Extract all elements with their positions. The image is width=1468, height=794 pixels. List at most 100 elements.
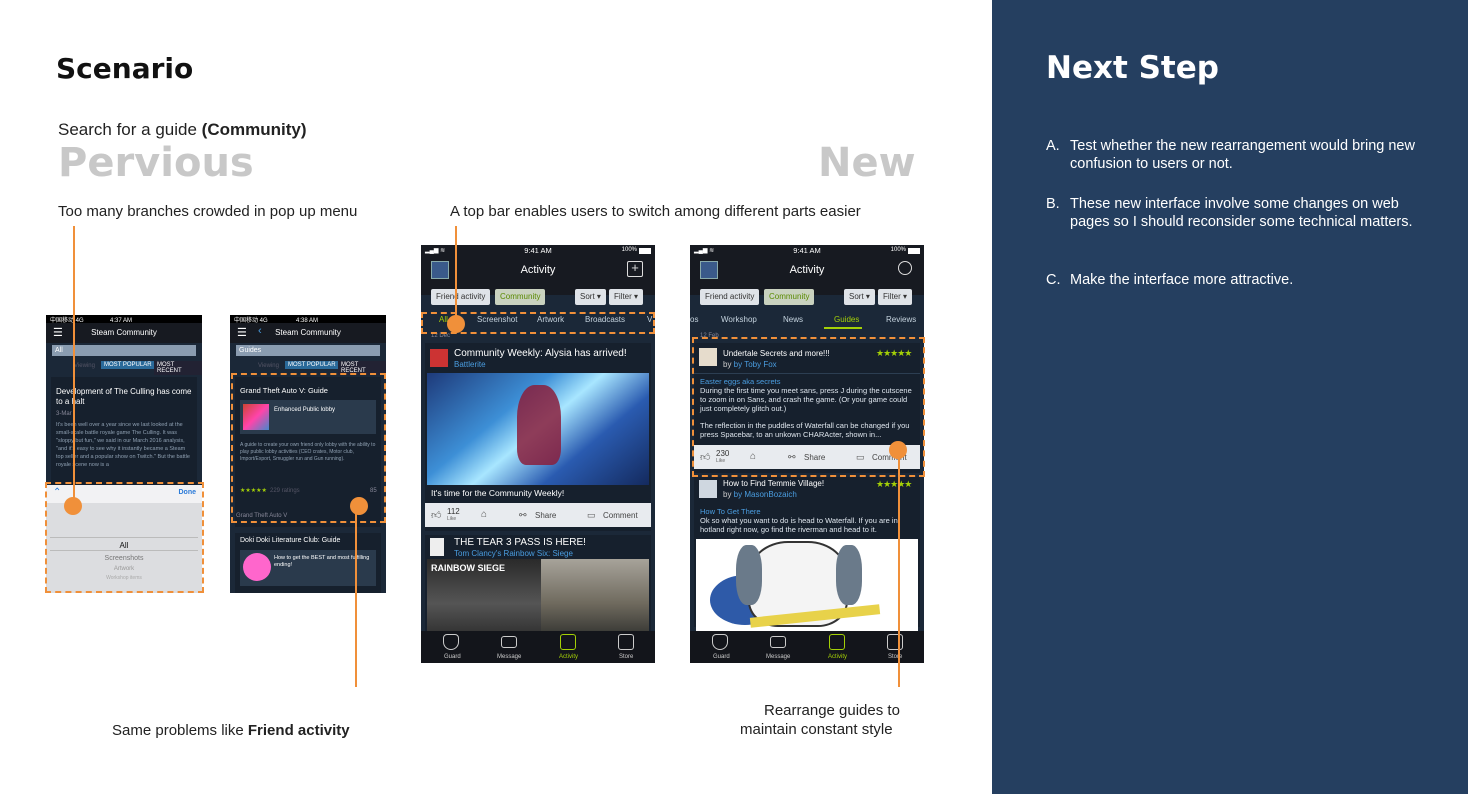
guard-icon[interactable] [443, 634, 459, 650]
nav-message[interactable]: Message [497, 654, 521, 660]
step-text: Make the interface more attractive. [1070, 272, 1294, 288]
callout-line [355, 505, 357, 687]
tab-viewing: Viewing [74, 363, 95, 369]
step-text: Test whether the new rearrangement would… [1070, 138, 1415, 172]
next-step-item: C. Make the interface more attractive. [1046, 271, 1426, 289]
post-title: Community Weekly: Alysia has arrived! [454, 348, 627, 359]
post-body: It's been well over a year since we last… [56, 422, 190, 468]
caption-rearrange-line2: maintain constant style [740, 721, 893, 738]
caption-rearrange-line1: Rearrange guides to [764, 702, 900, 719]
task-bold: (Community) [201, 120, 307, 139]
callout-dot [447, 315, 465, 333]
temmie-ear-left [736, 545, 762, 605]
tab-indicator [824, 327, 862, 329]
step-letter: C. [1046, 272, 1061, 288]
caption-previous: Too many branches crowded in pop up menu [58, 203, 358, 220]
store-icon[interactable] [887, 634, 903, 650]
activity-icon[interactable] [560, 634, 576, 650]
nav-store[interactable]: Store [888, 654, 902, 660]
search-icon[interactable] [898, 261, 912, 275]
previous-heading: Pervious [58, 140, 254, 186]
caption-same-bold: Friend activity [247, 722, 350, 739]
character-figure [517, 385, 561, 465]
comment-button[interactable]: Comment [603, 511, 638, 520]
filter-dropdown[interactable]: Filter ▾ [609, 289, 644, 305]
caption-same-prefix: Same problems like [112, 722, 248, 739]
message-icon[interactable] [770, 636, 786, 648]
friend-activity-pill[interactable]: Friend activity [700, 289, 760, 305]
activity-icon[interactable] [829, 634, 845, 650]
r6-image-right[interactable] [541, 559, 649, 633]
tab-reviews[interactable]: Reviews [886, 315, 916, 324]
sort-label: Sort [580, 292, 595, 301]
step-letter: A. [1046, 138, 1060, 154]
next-step-panel [992, 0, 1468, 794]
task-text: Search for a guide (Community) [58, 120, 306, 140]
callout-dot [350, 497, 368, 515]
tab-workshop[interactable]: Workshop [721, 315, 757, 324]
nav-guard[interactable]: Guard [713, 654, 730, 660]
message-icon[interactable] [501, 636, 517, 648]
nav-store[interactable]: Store [619, 654, 633, 660]
callout-line [73, 226, 75, 506]
tab-viewing: Viewing [258, 363, 279, 369]
community-pill[interactable]: Community [495, 289, 546, 305]
step-text: These new interface involve some changes… [1070, 196, 1413, 230]
nav-message[interactable]: Message [766, 654, 790, 660]
nav-activity[interactable]: Activity [559, 654, 578, 660]
tab-most-recent[interactable]: MOST RECENT [154, 361, 202, 375]
banner-text: RAINBOW SIEGE [431, 563, 506, 573]
friend-activity-pill[interactable]: Friend activity [431, 289, 491, 305]
header-title: Steam Community [91, 328, 157, 337]
bottom-nav: Guard Message Activity Store [421, 631, 655, 663]
new-heading: New [818, 140, 916, 186]
temmie-avatar [699, 480, 717, 498]
guide-author-link[interactable]: by MasonBozaich [734, 490, 797, 499]
next-step-item: A. Test whether the new rearrangement wo… [1046, 137, 1426, 173]
guide-title: How to Find Temmie Village! [723, 479, 825, 488]
post-source[interactable]: Battlerite [454, 360, 486, 369]
temmie-ear-right [836, 545, 862, 605]
scenario-title: Scenario [56, 52, 194, 85]
comment-icon[interactable]: ▭ [587, 510, 596, 521]
nav-activity[interactable]: Activity [828, 654, 847, 660]
like-icon[interactable]: 👍︎ [431, 509, 441, 521]
section-tab-bar: os Workshop News Guides Reviews [690, 311, 924, 329]
step-letter: B. [1046, 196, 1060, 212]
tab-videos[interactable]: os [690, 315, 698, 324]
filter-dropdown[interactable]: Filter ▾ [878, 289, 913, 305]
guard-icon[interactable] [712, 634, 728, 650]
tab-guides[interactable]: Guides [834, 315, 859, 324]
tab-most-popular[interactable]: MOST POPULAR [285, 361, 339, 369]
callout-line [455, 226, 457, 324]
highlight-guide-card [692, 337, 925, 477]
battery-level: 100% [890, 247, 906, 253]
store-icon[interactable] [618, 634, 634, 650]
ddlc-thumbnail [243, 553, 271, 581]
sort-dropdown[interactable]: Sort ▾ [575, 289, 606, 305]
guide-subtitle: How to get the BEST and most fulfilling … [274, 555, 370, 568]
nav-guard[interactable]: Guard [444, 654, 461, 660]
guide-section[interactable]: How To Get There [700, 507, 761, 516]
sort-dropdown[interactable]: Sort ▾ [844, 289, 875, 305]
post-source[interactable]: Tom Clancy's Rainbow Six: Siege [454, 549, 573, 558]
share-button[interactable]: Share [535, 511, 556, 520]
callout-line [898, 449, 900, 687]
add-icon[interactable]: + [627, 261, 643, 277]
sort-label: Sort [849, 292, 864, 301]
tab-news[interactable]: News [783, 315, 803, 324]
community-pill[interactable]: Community [764, 289, 815, 305]
battery-icon [639, 248, 651, 254]
task-prefix: Search for a guide [58, 120, 202, 139]
battlerite-icon [430, 349, 448, 367]
share-icon[interactable]: ⚯ [519, 510, 527, 521]
post-title: Development of The Culling has come to a… [56, 387, 192, 406]
caption-new: A top bar enables users to switch among … [450, 203, 861, 220]
tab-most-popular[interactable]: MOST POPULAR [101, 361, 155, 369]
battery-level: 100% [621, 247, 637, 253]
search-field[interactable]: Guides [236, 345, 380, 356]
guide-author: by by MasonBozaich [723, 490, 797, 499]
dislike-icon[interactable]: ⌂ [481, 509, 487, 520]
like-count: 112 [447, 507, 460, 516]
callout-dot [889, 441, 907, 459]
